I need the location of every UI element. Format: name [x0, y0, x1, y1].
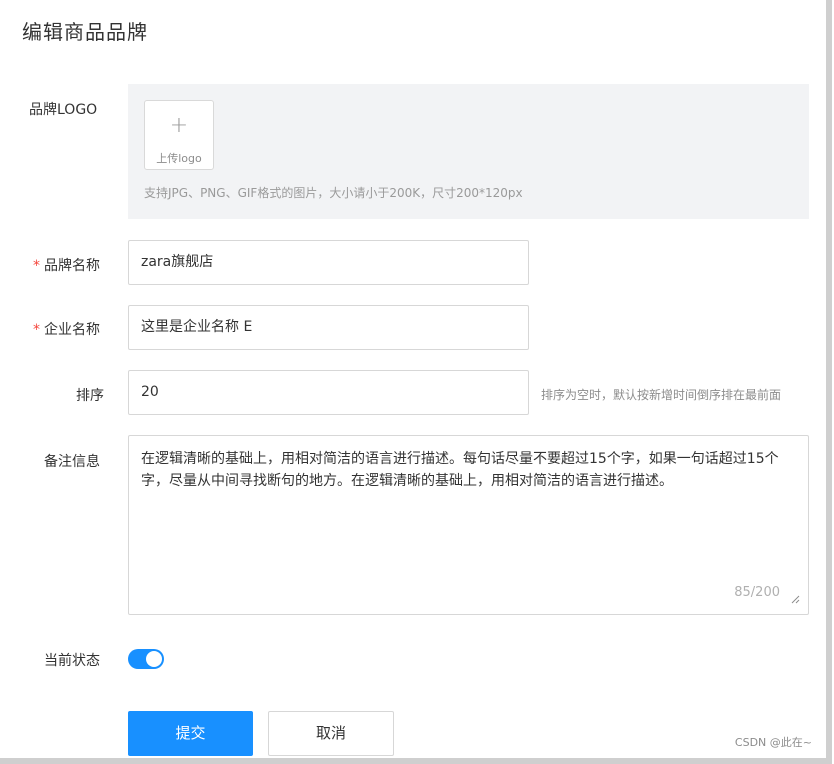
- remark-textarea[interactable]: 在逻辑清晰的基础上，用相对简洁的语言进行描述。每句话尽量不要超过15个字，如果一…: [128, 435, 809, 615]
- cancel-button[interactable]: 取消: [268, 711, 394, 756]
- required-mark: *: [33, 322, 40, 338]
- status-toggle[interactable]: [128, 649, 164, 669]
- remark-char-count: 85/200: [734, 585, 780, 600]
- logo-hint: 支持JPG、PNG、GIF格式的图片，大小请小于200K，尺寸200*120px: [144, 186, 523, 200]
- watermark: CSDN @此在~: [734, 736, 812, 749]
- brand-name-input[interactable]: zara旗舰店: [128, 240, 529, 285]
- required-mark: *: [33, 258, 40, 274]
- status-label: 当前状态: [44, 653, 100, 669]
- sort-input[interactable]: 20: [128, 370, 529, 415]
- upload-logo-button[interactable]: + 上传logo: [144, 100, 214, 170]
- remark-text: 在逻辑清晰的基础上，用相对简洁的语言进行描述。每句话尽量不要超过15个字，如果一…: [141, 451, 779, 489]
- company-name-label: * 企业名称: [33, 319, 100, 339]
- logo-upload-panel: + 上传logo 支持JPG、PNG、GIF格式的图片，大小请小于200K，尺寸…: [128, 84, 809, 219]
- brand-name-label: * 品牌名称: [33, 255, 100, 275]
- page-title: 编辑商品品牌: [22, 20, 148, 44]
- plus-icon: +: [169, 113, 189, 138]
- upload-logo-label: 上传logo: [156, 152, 202, 165]
- submit-button[interactable]: 提交: [128, 711, 253, 756]
- logo-label: 品牌LOGO: [29, 102, 98, 118]
- resize-handle-icon[interactable]: [790, 594, 800, 604]
- company-name-label-text: 企业名称: [44, 322, 100, 338]
- brand-name-label-text: 品牌名称: [44, 258, 100, 274]
- sort-label: 排序: [76, 388, 104, 404]
- form-frame: 编辑商品品牌 品牌LOGO + 上传logo 支持JPG、PNG、GIF格式的图…: [0, 0, 832, 764]
- remark-label: 备注信息: [44, 454, 100, 470]
- sort-hint: 排序为空时，默认按新增时间倒序排在最前面: [541, 388, 782, 402]
- toggle-knob: [146, 651, 162, 667]
- company-name-input[interactable]: 这里是企业名称 E: [128, 305, 529, 350]
